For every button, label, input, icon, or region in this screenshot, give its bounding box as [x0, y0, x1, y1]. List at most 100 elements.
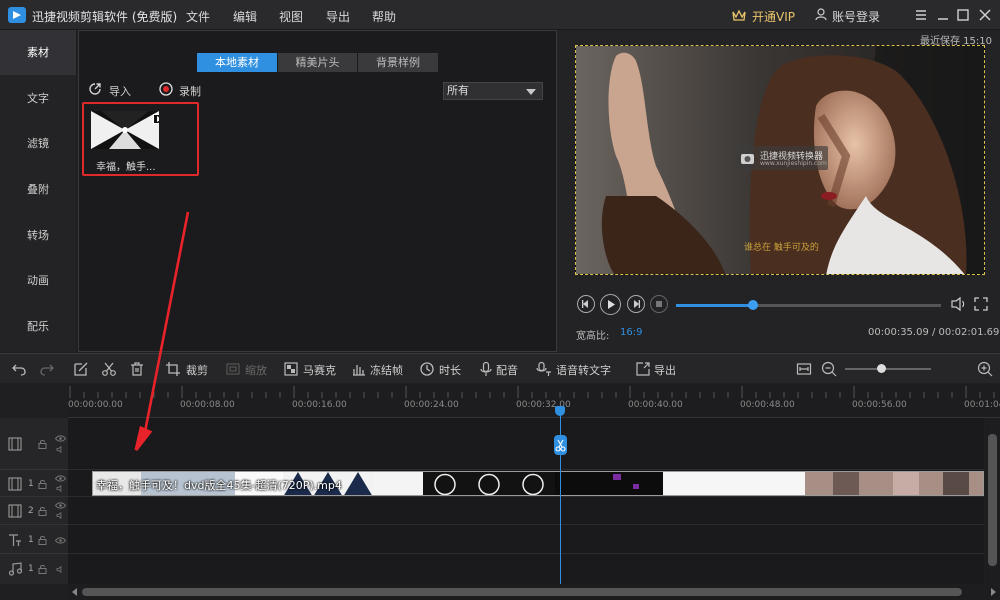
track-number: 1: [28, 564, 34, 574]
volume-icon[interactable]: [950, 296, 968, 312]
lane-text-1[interactable]: [68, 526, 984, 554]
speaker-icon[interactable]: [55, 566, 66, 573]
eye-icon[interactable]: [55, 502, 66, 509]
prev-frame-button[interactable]: [577, 295, 595, 313]
speech-to-text-button[interactable]: 语音转文字: [556, 362, 611, 378]
progress-handle[interactable]: [747, 300, 758, 310]
playback-progress-bar[interactable]: [676, 300, 941, 310]
aspect-ratio-value[interactable]: 16:9: [620, 327, 642, 338]
scroll-right-arrow-icon[interactable]: [991, 588, 996, 596]
split-button[interactable]: [554, 435, 567, 455]
lane-video-2[interactable]: [68, 498, 984, 525]
timeline-zoom-slider[interactable]: [845, 364, 931, 373]
media-thumbnail[interactable]: [91, 111, 159, 149]
preview-screen[interactable]: 迅捷视频转换器 www.xunjieshipin.com 谁总在 触手可及的: [575, 45, 985, 275]
timeline-ruler[interactable]: 00:00:00.00 00:00:08.00 00:00:16.00 00:0…: [68, 384, 1000, 418]
duration-button[interactable]: 时长: [439, 362, 461, 378]
thumbnail-image: [91, 111, 159, 149]
speaker-icon[interactable]: [55, 485, 66, 492]
zoom-button[interactable]: 缩放: [245, 362, 267, 378]
speech-to-text-icon[interactable]: [536, 361, 552, 377]
edit-icon[interactable]: [73, 361, 89, 377]
vip-button[interactable]: 开通VIP: [752, 8, 795, 25]
ruler-tick-label: 00:00:08.00: [180, 400, 235, 410]
menu-icon[interactable]: [913, 7, 929, 23]
duration-clock-icon[interactable]: [419, 361, 435, 377]
sidebar-item-filter[interactable]: 滤镜: [0, 121, 76, 166]
import-button[interactable]: 导入: [109, 83, 131, 99]
ruler-tick-label: 00:00:48.00: [740, 400, 795, 410]
lock-icon[interactable]: [38, 506, 47, 516]
lock-icon[interactable]: [38, 564, 47, 574]
tab-local-media[interactable]: 本地素材: [197, 53, 277, 72]
sidebar-item-media[interactable]: 素材: [0, 30, 76, 75]
undo-icon[interactable]: [11, 361, 27, 377]
speaker-icon[interactable]: [55, 446, 66, 453]
vertical-scroll-thumb[interactable]: [988, 434, 997, 566]
menu-help[interactable]: 帮助: [372, 8, 396, 25]
mosaic-button[interactable]: 马赛克: [303, 362, 336, 378]
import-icon[interactable]: [88, 82, 102, 96]
sidebar-item-text[interactable]: 文字: [0, 76, 76, 121]
fullscreen-icon[interactable]: [974, 297, 988, 311]
zoom-out-icon[interactable]: [821, 361, 837, 377]
maximize-icon[interactable]: [955, 7, 971, 23]
horizontal-scrollbar[interactable]: [68, 584, 1000, 600]
eye-icon[interactable]: [55, 537, 66, 544]
scissors-icon[interactable]: [101, 361, 117, 377]
tab-backgrounds[interactable]: 背景样例: [358, 53, 438, 72]
sidebar-item-transition[interactable]: 转场: [0, 213, 76, 258]
record-icon[interactable]: [159, 82, 173, 96]
speaker-icon[interactable]: [55, 512, 66, 519]
sidebar-item-animation[interactable]: 动画: [0, 258, 76, 303]
media-item-card[interactable]: 幸福，触手...: [82, 102, 199, 176]
playhead-handle[interactable]: [555, 406, 565, 416]
eye-icon[interactable]: [55, 475, 66, 482]
sidebar-item-music[interactable]: 配乐: [0, 304, 76, 349]
eye-icon[interactable]: [55, 435, 66, 442]
zoom-in-icon[interactable]: [977, 361, 993, 377]
sidebar-item-overlay[interactable]: 叠附: [0, 167, 76, 212]
login-button[interactable]: 账号登录: [832, 8, 880, 25]
menu-file[interactable]: 文件: [186, 8, 210, 25]
user-icon[interactable]: [815, 8, 827, 21]
timeline-tracks[interactable]: 幸福，触手可及！dvd版全45集-超清(720P).mp4: [68, 418, 984, 584]
delete-icon[interactable]: [129, 361, 145, 377]
menu-edit[interactable]: 编辑: [233, 8, 257, 25]
freeze-frame-icon[interactable]: [351, 361, 367, 377]
next-frame-button[interactable]: [627, 295, 645, 313]
video-clip[interactable]: 幸福，触手可及！dvd版全45集-超清(720P).mp4: [92, 471, 984, 496]
minimize-icon[interactable]: [935, 7, 951, 23]
vertical-scrollbar[interactable]: [985, 418, 1000, 584]
zoom-crop-icon[interactable]: [225, 361, 241, 377]
menu-export[interactable]: 导出: [326, 8, 350, 25]
menu-view[interactable]: 视图: [279, 8, 303, 25]
stop-button[interactable]: [650, 295, 668, 313]
export-button[interactable]: 导出: [654, 362, 676, 378]
close-icon[interactable]: [977, 7, 993, 23]
mosaic-icon[interactable]: [283, 361, 299, 377]
crop-button[interactable]: 裁剪: [186, 362, 208, 378]
export-icon[interactable]: [635, 361, 651, 377]
play-button[interactable]: [600, 294, 621, 315]
fit-timeline-icon[interactable]: [796, 361, 812, 377]
lock-icon[interactable]: [38, 479, 47, 489]
vip-crown-icon[interactable]: [732, 9, 746, 21]
horizontal-scroll-thumb[interactable]: [82, 588, 962, 596]
playhead-line[interactable]: [560, 406, 561, 584]
dub-button[interactable]: 配音: [496, 362, 518, 378]
zoom-slider-handle[interactable]: [877, 364, 887, 373]
freeze-frame-button[interactable]: 冻结帧: [370, 362, 403, 378]
record-button[interactable]: 录制: [179, 83, 201, 99]
lane-overlay[interactable]: [68, 418, 984, 470]
lane-music-1[interactable]: [68, 555, 984, 584]
media-filter-select[interactable]: 所有: [443, 82, 543, 100]
scroll-left-arrow-icon[interactable]: [72, 588, 77, 596]
text-track-icon: [9, 534, 21, 546]
redo-icon[interactable]: [39, 361, 55, 377]
lock-icon[interactable]: [38, 535, 47, 545]
crop-icon[interactable]: [165, 361, 181, 377]
microphone-icon[interactable]: [478, 361, 494, 377]
tab-intros[interactable]: 精美片头: [278, 53, 357, 72]
lock-icon[interactable]: [38, 439, 47, 449]
